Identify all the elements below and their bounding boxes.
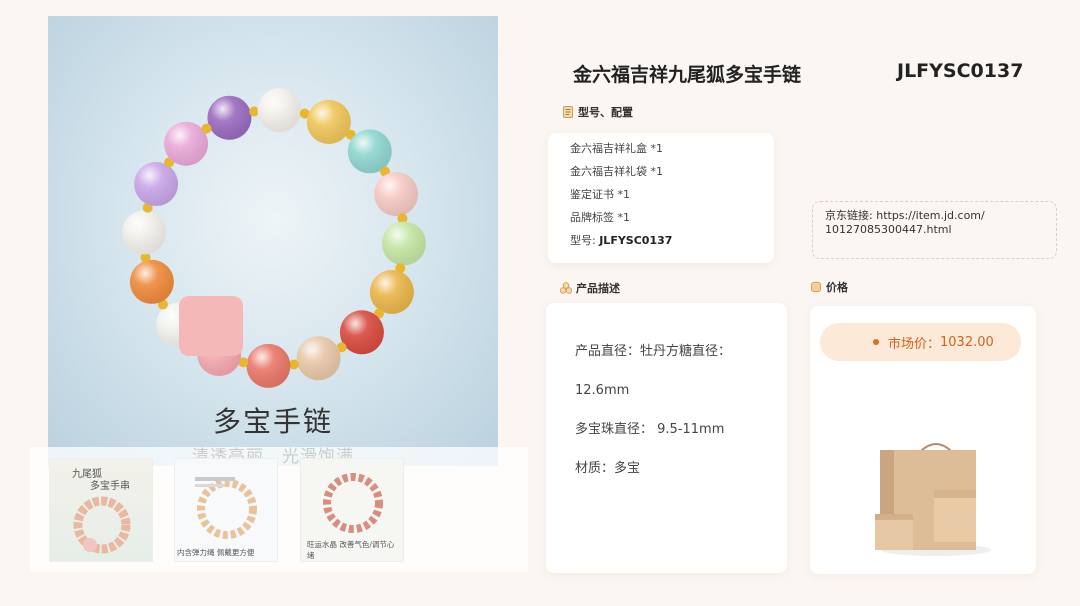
coin-stack-icon [811,281,821,293]
gold-spacer [201,123,212,134]
description-line: 12.6mm [575,383,630,398]
price-section-title: 价格 [826,281,848,294]
thumbnail-3[interactable]: 旺运水晶 改善气色/调节心绪 [300,458,404,562]
config-item: 金六福吉祥礼袋 *1 [570,165,663,178]
pink-sugar-cube [179,296,243,356]
thumbnail-1[interactable]: 九尾狐 多宝手串 [49,458,153,562]
bead-shine [207,95,252,140]
model-label: 型号: [570,234,596,247]
jd-link-url-part2[interactable]: 10127085300447.html [825,223,952,236]
bead-shine [257,88,302,133]
description-line: 材质：多宝 [575,461,641,476]
bracelet-illustration [122,88,426,388]
config-card: 金六福吉祥礼盒 *1 金六福吉祥礼袋 *1 鉴定证书 *1 品牌标签 *1 型号… [548,133,774,263]
model-value: JLFYSC0137 [599,234,673,247]
document-icon [563,106,573,118]
thumbnail-3-caption: 旺运水晶 改善气色/调节心绪 [307,540,395,560]
price-card: 市场价： 1032.00 [810,306,1036,574]
bead-shine [296,336,341,381]
description-line: 多宝珠直径： 9.5-11mm [575,422,725,437]
product-title: 金六福吉祥九尾狐多宝手链 [573,64,802,86]
bead-shine [374,172,419,217]
config-item: 鉴定证书 *1 [570,188,630,201]
thumbnail-2-caption: 内含弹力绳 佩戴更方便 [177,548,255,557]
market-price-pill[interactable]: 市场价： 1032.00 [820,323,1021,361]
bead-shine [381,221,426,266]
description-card: 产品直径：牡丹方糖直径： 12.6mm 多宝珠直径： 9.5-11mm 材质：多… [546,303,787,573]
gift-bag-box-image [875,443,991,556]
config-model-row: 型号: JLFYSC0137 [570,233,774,256]
bead-shine [306,99,351,144]
main-product-image: 多宝手链 清透亮丽，光滑饱满 [48,16,498,466]
config-item: 金六福吉祥礼盒 *1 [570,142,663,155]
description-section-title: 产品描述 [576,282,620,295]
bullet-icon [873,339,879,345]
thumbnail-1-bracelet-icon [73,496,131,554]
bead-shine [246,343,291,388]
bead-shine [134,162,179,207]
price-section-heading: 价格 [810,279,848,295]
thumbnail-2[interactable]: 内含弹力绳 佩戴更方便 [174,458,278,562]
jd-link-url-part1[interactable]: https://item.jd.com/ [876,209,985,222]
jd-link-box[interactable]: 京东链接: https://item.jd.com/ 1012708530044… [812,201,1057,259]
bead-shine [122,210,167,255]
jd-link-label: 京东链接: [825,209,873,222]
description-section-heading: 产品描述 [560,280,620,296]
product-code: JLFYSC0137 [897,60,1024,82]
coins-icon [560,282,572,294]
bead-shine [129,259,174,304]
config-section-heading: 型号、配置 [562,104,633,120]
market-price-label: 市场价： [888,336,941,352]
config-item: 品牌标签 *1 [570,211,630,224]
bead-shine [369,269,414,314]
main-image-caption-title: 多宝手链 [212,405,333,438]
market-price-value: 1032.00 [940,334,994,350]
config-section-title: 型号、配置 [578,106,633,119]
description-line: 产品直径：牡丹方糖直径： [575,344,732,359]
